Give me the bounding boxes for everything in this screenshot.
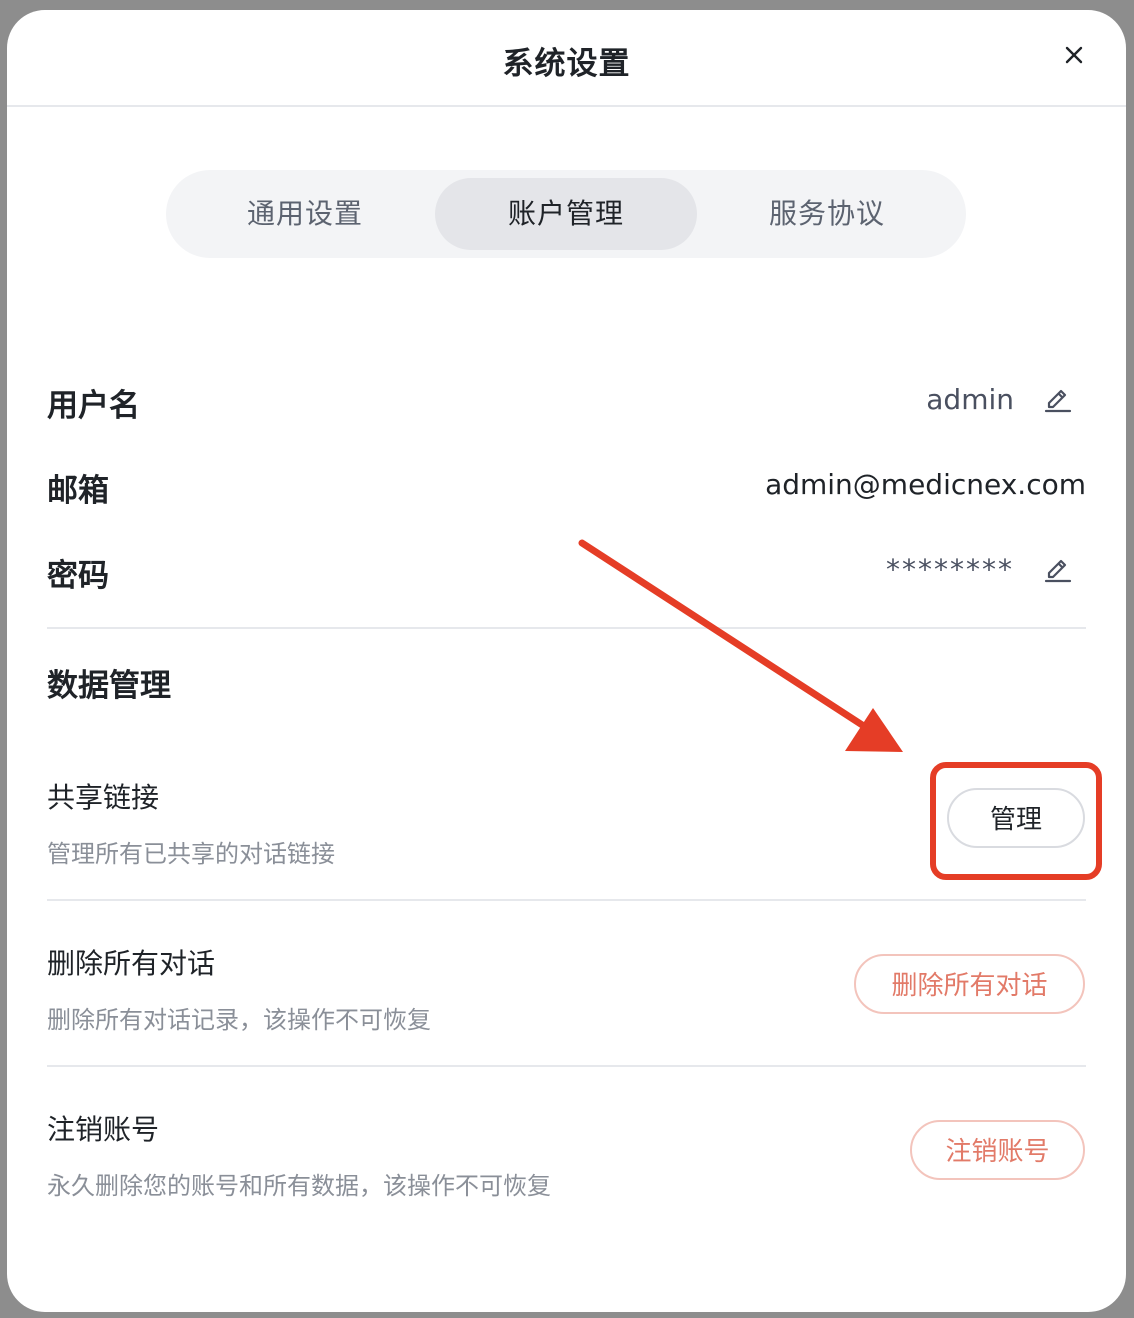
username-label: 用户名 xyxy=(47,388,140,424)
tab-service-agreement[interactable]: 服务协议 xyxy=(696,178,958,250)
username-value: admin xyxy=(926,383,1014,416)
email-value: admin@medicnex.com xyxy=(765,468,1086,501)
delete-conversations-title: 删除所有对话 xyxy=(47,947,216,980)
tab-account-management[interactable]: 账户管理 xyxy=(435,178,697,250)
deactivate-account-button[interactable]: 注销账号 xyxy=(910,1120,1085,1180)
item-divider xyxy=(47,1065,1086,1067)
deactivate-account-title: 注销账号 xyxy=(47,1113,160,1146)
deactivate-account-description: 永久删除您的账号和所有数据，该操作不可恢复 xyxy=(47,1172,551,1200)
settings-tabs: 通用设置 账户管理 服务协议 xyxy=(166,170,966,258)
pencil-icon xyxy=(1044,389,1072,413)
dialog-title: 系统设置 xyxy=(502,46,631,82)
tab-general-settings[interactable]: 通用设置 xyxy=(174,178,436,250)
email-label: 邮箱 xyxy=(47,473,109,509)
data-management-title: 数据管理 xyxy=(47,668,171,704)
delete-conversations-description: 删除所有对话记录，该操作不可恢复 xyxy=(47,1006,431,1034)
section-divider xyxy=(47,627,1086,629)
close-icon xyxy=(1065,46,1083,64)
shared-links-description: 管理所有已共享的对话链接 xyxy=(47,840,335,868)
password-label: 密码 xyxy=(47,558,109,594)
pencil-icon xyxy=(1044,559,1072,583)
dialog-header: 系统设置 xyxy=(7,10,1126,107)
edit-password-button[interactable] xyxy=(1043,553,1073,583)
close-button[interactable] xyxy=(1059,40,1089,70)
shared-links-title: 共享链接 xyxy=(47,781,160,814)
delete-all-conversations-button[interactable]: 删除所有对话 xyxy=(854,954,1085,1014)
item-divider xyxy=(47,899,1086,901)
settings-dialog: 系统设置 通用设置 账户管理 服务协议 用户名 admin 邮箱 admin@m… xyxy=(7,10,1126,1312)
annotation-highlight-box xyxy=(930,762,1102,880)
password-value: ******** xyxy=(886,553,1014,586)
edit-username-button[interactable] xyxy=(1043,383,1073,413)
